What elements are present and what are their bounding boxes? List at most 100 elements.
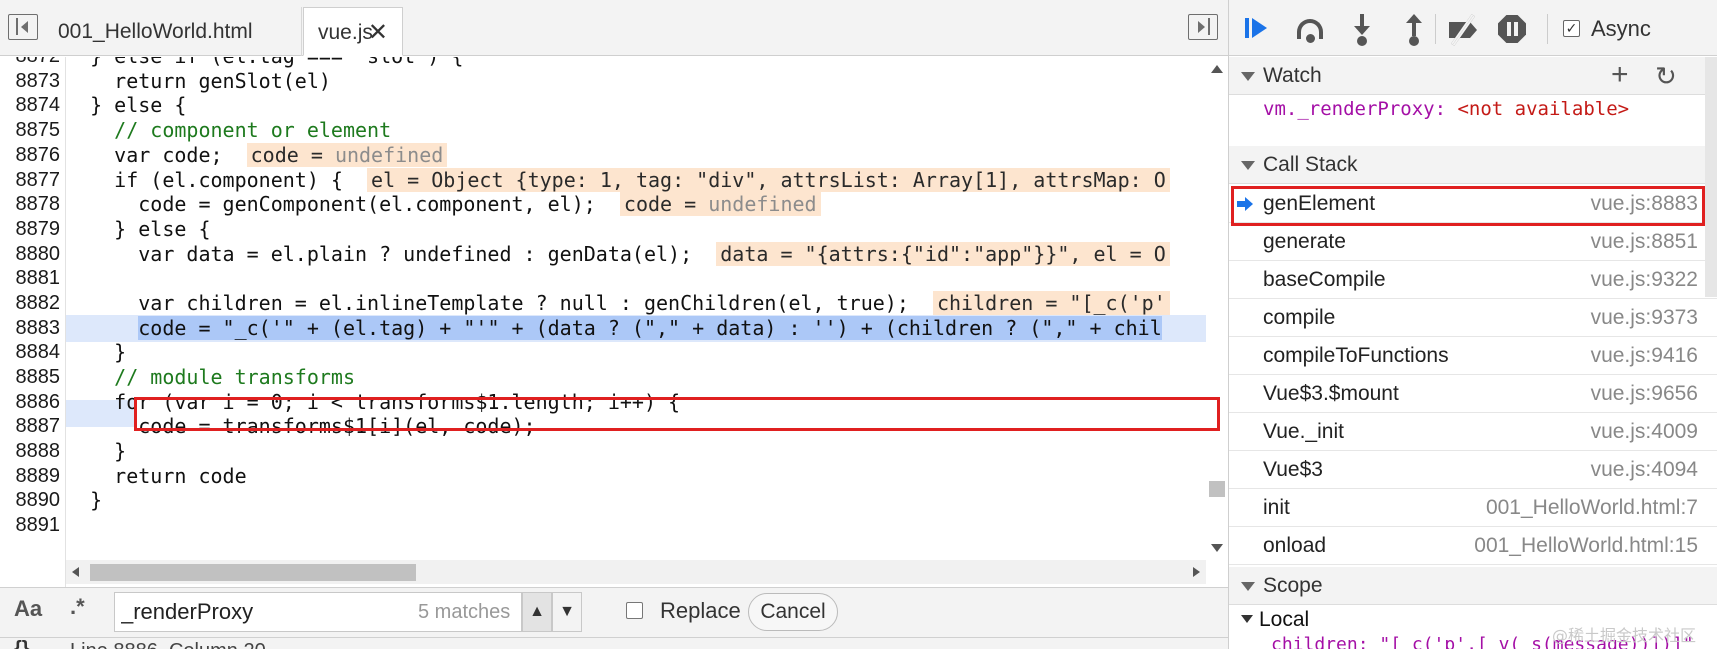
frame-location[interactable]: vue.js:9322 [1591,261,1698,298]
line-number[interactable]: 8877 [0,167,61,194]
scroll-thumb[interactable] [1209,481,1225,497]
frame-location[interactable]: vue.js:4094 [1591,451,1698,488]
code-line[interactable]: } else { [66,216,1206,243]
watch-key: vm._renderProxy: [1263,98,1447,120]
resume-icon[interactable] [1243,14,1273,44]
next-match-button[interactable]: ▼ [552,592,582,632]
line-number[interactable]: 8880 [0,241,61,268]
tab-vue-js[interactable]: vue.js ✕ [303,7,403,56]
frame-location[interactable]: vue.js:4009 [1591,413,1698,450]
debugger-toolbar: ✓ Async [1229,0,1717,56]
watermark: @稀土掘金技术社区 [1552,626,1697,645]
frame-location[interactable]: vue.js:9656 [1591,375,1698,412]
frame-location[interactable]: vue.js:8851 [1591,223,1698,260]
call-frame[interactable]: generate vue.js:8851 [1229,223,1717,261]
watch-expression[interactable]: vm._renderProxy: <not available> [1263,98,1629,120]
code-line[interactable]: } [66,339,1206,366]
call-frame[interactable]: compile vue.js:9373 [1229,299,1717,337]
scroll-right-icon[interactable] [1193,567,1200,577]
scroll-thumb[interactable] [90,564,416,581]
async-label: Async [1591,16,1651,41]
pause-on-exceptions-icon[interactable] [1497,14,1527,44]
toggle-debugger-icon[interactable] [1188,14,1218,40]
collapse-caret-icon[interactable] [1241,161,1255,170]
line-number[interactable]: 8875 [0,117,61,144]
code-line[interactable]: code = genComponent(el.component, el); c… [66,191,1206,218]
deactivate-breakpoints-icon[interactable] [1447,14,1477,46]
line-number[interactable]: 8885 [0,364,61,391]
code-line[interactable]: } else { [66,92,1206,119]
line-number[interactable]: 8883 [0,315,61,342]
line-number[interactable]: 8879 [0,216,61,243]
line-number[interactable]: 8890 [0,487,61,514]
tab-001-helloworld[interactable]: 001_HelloWorld.html [44,7,302,56]
replace-checkbox[interactable] [626,602,643,619]
code-editor[interactable]: 8872 8873 8874 8875 8876 8877 8878 8879 … [0,57,1228,587]
call-frame[interactable]: baseCompile vue.js:9322 [1229,261,1717,299]
line-number[interactable]: 8888 [0,438,61,465]
line-number[interactable]: 8874 [0,92,61,119]
frame-location[interactable]: vue.js:9373 [1591,299,1698,336]
code-line[interactable]: } [66,438,1206,465]
line-number[interactable]: 8886 [0,389,61,416]
expand-caret-icon[interactable] [1241,615,1253,623]
regex-button[interactable]: .* [70,594,85,620]
frame-function: init [1263,496,1290,519]
scroll-up-icon[interactable] [1211,65,1223,73]
line-number[interactable]: 8887 [0,413,61,440]
code-line[interactable]: var children = el.inlineTemplate ? null … [66,290,1206,317]
line-number[interactable]: 8881 [0,265,61,292]
pretty-print-icon[interactable]: {} [14,638,30,649]
step-into-icon[interactable] [1347,14,1377,46]
call-frame[interactable]: Vue$3.$mount vue.js:9656 [1229,375,1717,413]
line-number[interactable]: 8882 [0,290,61,317]
current-execution-line[interactable]: code = "_c('" + (el.tag) + "'" + (data ?… [66,315,1206,342]
line-gutter[interactable]: 8872 8873 8874 8875 8876 8877 8878 8879 … [0,57,66,587]
search-bar: Aa .* 5 matches ▲ ▼ Replace Cancel [0,587,1228,637]
code-line[interactable]: return genSlot(el) [66,68,1206,95]
code-line[interactable]: var data = el.plain ? undefined : genDat… [66,241,1206,268]
line-number[interactable]: 8878 [0,191,61,218]
code-comment[interactable]: // component or element [66,117,1206,144]
match-case-button[interactable]: Aa [14,596,42,622]
step-over-icon[interactable] [1295,14,1325,44]
code-line[interactable]: if (el.component) { el = Object {type: 1… [66,167,1206,194]
scroll-down-icon[interactable] [1211,544,1223,552]
watch-section-header[interactable]: Watch + ↻ [1229,57,1717,95]
code-line[interactable]: var code; code = undefined [66,142,1206,169]
call-stack-section-header[interactable]: Call Stack [1229,146,1717,184]
close-tab-icon[interactable]: ✕ [368,8,388,57]
refresh-icon[interactable]: ↻ [1655,57,1677,95]
call-frame[interactable]: onload 001_HelloWorld.html:15 [1229,527,1717,565]
previous-match-button[interactable]: ▲ [522,592,552,632]
code-comment[interactable]: // module transforms [66,364,1206,391]
scope-section-header[interactable]: Scope [1229,567,1717,605]
line-number[interactable]: 8891 [0,512,61,539]
call-frame[interactable]: init 001_HelloWorld.html:7 [1229,489,1717,527]
code-line[interactable]: } [66,487,1206,514]
horizontal-scrollbar[interactable] [66,560,1206,584]
frame-location[interactable]: 001_HelloWorld.html:7 [1486,489,1698,526]
line-number[interactable]: 8884 [0,339,61,366]
code-line[interactable]: return code [66,463,1206,490]
call-frame[interactable]: Vue._init vue.js:4009 [1229,413,1717,451]
add-watch-icon[interactable]: + [1611,57,1629,93]
line-number[interactable]: 8876 [0,142,61,169]
collapse-caret-icon[interactable] [1241,582,1255,591]
async-checkbox[interactable]: ✓ [1563,20,1580,37]
step-out-icon[interactable] [1399,14,1429,46]
frame-location[interactable]: vue.js:9416 [1591,337,1698,374]
call-stack-list: genElement vue.js:8883 generate vue.js:88… [1229,185,1717,565]
sidebar-scrollbar[interactable] [1705,57,1717,297]
line-number[interactable]: 8889 [0,463,61,490]
cancel-button[interactable]: Cancel [748,593,838,631]
scroll-left-icon[interactable] [72,567,79,577]
toggle-navigator-icon[interactable] [8,14,38,40]
vertical-scrollbar[interactable] [1206,57,1226,587]
line-number[interactable]: 8873 [0,68,61,95]
collapse-caret-icon[interactable] [1241,72,1255,81]
call-stack-title: Call Stack [1263,153,1358,176]
call-frame[interactable]: compileToFunctions vue.js:9416 [1229,337,1717,375]
call-frame[interactable]: Vue$3 vue.js:4094 [1229,451,1717,489]
frame-location[interactable]: 001_HelloWorld.html:15 [1474,527,1698,564]
